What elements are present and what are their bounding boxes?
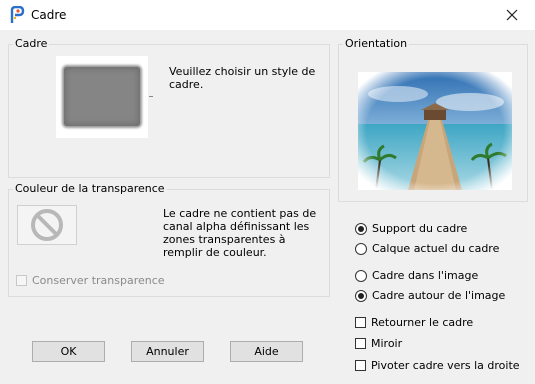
- rotate-frame-right-checkbox[interactable]: Pivoter cadre vers la droite: [355, 359, 520, 372]
- radio-current-frame-layer[interactable]: Calque actuel du cadre: [355, 242, 499, 255]
- cancel-button[interactable]: Annuler: [131, 341, 204, 362]
- mirror-label: Miroir: [371, 337, 403, 350]
- preview-indicator: [149, 96, 153, 97]
- close-icon: [506, 9, 518, 21]
- transparency-group-label: Couleur de la transparence: [13, 182, 167, 196]
- window-title: Cadre: [31, 8, 67, 22]
- frame-style-thumbnail: [64, 67, 140, 126]
- orientation-preview: [358, 72, 512, 191]
- checkbox-box: [355, 338, 366, 349]
- keep-transparency-checkbox[interactable]: Conserver transparence: [16, 274, 165, 287]
- checkbox-box: [16, 275, 27, 286]
- flip-frame-checkbox[interactable]: Retourner le cadre: [355, 316, 473, 329]
- title-bar: Cadre: [0, 0, 535, 30]
- radio-frame-support[interactable]: Support du cadre: [355, 222, 467, 235]
- beach-preview-image: [358, 72, 512, 191]
- help-button[interactable]: Aide: [230, 341, 303, 362]
- mirror-checkbox[interactable]: Miroir: [355, 337, 402, 350]
- frame-group-label: Cadre: [13, 37, 50, 51]
- radio-circle: [355, 242, 367, 255]
- flip-frame-label: Retourner le cadre: [371, 316, 474, 329]
- radio-frame-support-label: Support du cadre: [372, 222, 468, 235]
- radio-circle: [355, 269, 367, 282]
- radio-circle: [355, 222, 367, 235]
- ok-button[interactable]: OK: [32, 341, 105, 362]
- transparency-color-swatch: [17, 205, 77, 245]
- frame-style-preview[interactable]: [56, 56, 148, 138]
- radio-frame-around-image[interactable]: Cadre autour de l'image: [355, 289, 505, 302]
- checkbox-box: [355, 360, 366, 371]
- keep-transparency-label: Conserver transparence: [32, 274, 165, 287]
- frame-instruction: Veuillez choisir un style de cadre.: [169, 65, 316, 91]
- orientation-group-label: Orientation: [343, 37, 410, 51]
- radio-frame-around-image-label: Cadre autour de l'image: [372, 289, 506, 302]
- radio-frame-inside-image[interactable]: Cadre dans l'image: [355, 269, 478, 282]
- app-icon: [10, 6, 25, 23]
- no-alpha-message: Le cadre ne contient pas de canal alpha …: [163, 207, 317, 259]
- radio-circle: [355, 289, 367, 302]
- close-button[interactable]: [489, 0, 535, 30]
- checkbox-box: [355, 317, 366, 328]
- prohibited-icon: [31, 209, 63, 241]
- rotate-frame-right-label: Pivoter cadre vers la droite: [371, 359, 520, 372]
- radio-current-frame-layer-label: Calque actuel du cadre: [372, 242, 500, 255]
- radio-frame-inside-image-label: Cadre dans l'image: [372, 269, 479, 282]
